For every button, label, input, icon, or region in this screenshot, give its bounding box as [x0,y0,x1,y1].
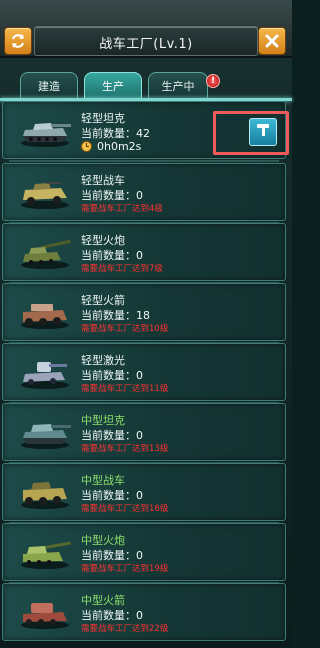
light-laser-image [17,356,73,390]
light-rocket-image [17,296,73,330]
unit-row-light-vehicle[interactable]: 轻型战车 当前数量：0 需要战车工厂达到4级 [2,163,286,224]
unit-requirement: 需要战车工厂达到19级 [81,564,169,574]
alert-badge: ! [206,74,220,88]
production-timer: 0h0m2s [81,140,141,153]
close-button[interactable] [258,27,286,55]
unit-quantity: 当前数量：42 [81,127,150,140]
medium-artillery-image [17,536,73,570]
unit-row-light-artillery[interactable]: 轻型火炮 当前数量：0 需要战车工厂达到7级 [2,223,286,284]
unit-requirement: 需要战车工厂达到10级 [81,324,169,334]
tab-bar: 建造 生产 生产中 [14,72,284,100]
unit-name: 中型火炮 [81,534,125,547]
timer-value: 0h0m2s [97,140,142,153]
medium-rocket-image [17,596,73,630]
unit-name: 轻型战车 [81,174,125,187]
unit-quantity: 当前数量：0 [81,609,143,622]
light-vehicle-image [17,176,73,210]
unit-quantity: 当前数量：0 [81,489,143,502]
unit-requirement: 需要战车工厂达到22级 [81,624,169,634]
unit-name: 中型火箭 [81,594,125,607]
unit-quantity: 当前数量：0 [81,189,143,202]
unit-quantity: 当前数量：18 [81,309,150,322]
medium-vehicle-image [17,476,73,510]
unit-name: 中型坦克 [81,414,125,427]
factory-window: 战车工厂(Lv.1) 建造 生产 生产中 ! 轻型坦克 当前数量：42 0h0m… [0,0,292,648]
medium-tank-image [17,416,73,450]
unit-requirement: 需要战车工厂达到11级 [81,384,169,394]
tab-produce[interactable]: 生产 [84,72,142,100]
light-artillery-image [17,236,73,270]
unit-requirement: 需要战车工厂达到7级 [81,264,163,274]
refresh-button[interactable] [4,27,32,55]
unit-quantity: 当前数量：0 [81,369,143,382]
unit-row-medium-rocket[interactable]: 中型火箭 当前数量：0 需要战车工厂达到22级 [2,583,286,641]
unit-row-light-laser[interactable]: 轻型激光 当前数量：0 需要战车工厂达到11级 [2,343,286,404]
tab-build[interactable]: 建造 [20,72,78,100]
build-button[interactable] [249,118,277,146]
unit-name: 轻型火箭 [81,294,125,307]
tab-in-production[interactable]: 生产中 [148,72,208,100]
unit-row-medium-artillery[interactable]: 中型火炮 当前数量：0 需要战车工厂达到19级 [2,523,286,584]
unit-row-medium-tank[interactable]: 中型坦克 当前数量：0 需要战车工厂达到13级 [2,403,286,464]
close-icon [264,33,280,49]
unit-requirement: 需要战车工厂达到4级 [81,204,163,214]
clock-icon [81,141,92,152]
unit-quantity: 当前数量：0 [81,429,143,442]
unit-quantity: 当前数量：0 [81,249,143,262]
unit-row-medium-vehicle[interactable]: 中型战车 当前数量：0 需要战车工厂达到16级 [2,463,286,524]
row-divider [9,160,279,162]
unit-name: 轻型坦克 [81,112,125,125]
window-title: 战车工厂(Lv.1) [99,37,193,52]
unit-name: 轻型火炮 [81,234,125,247]
unit-quantity: 当前数量：0 [81,549,143,562]
unit-requirement: 需要战车工厂达到13级 [81,444,169,454]
unit-list[interactable]: 轻型坦克 当前数量：42 0h0m2s 轻型战车 当前数量：0 需要战车工厂达到… [0,101,292,648]
hammer-icon [255,122,271,142]
unit-requirement: 需要战车工厂达到16级 [81,504,169,514]
unit-name: 中型战车 [81,474,125,487]
unit-row-light-tank[interactable]: 轻型坦克 当前数量：42 0h0m2s [2,101,289,162]
unit-name: 轻型激光 [81,354,125,367]
refresh-icon [9,32,27,50]
light-tank-image [17,114,73,148]
unit-row-light-rocket[interactable]: 轻型火箭 当前数量：18 需要战车工厂达到10级 [2,283,286,344]
